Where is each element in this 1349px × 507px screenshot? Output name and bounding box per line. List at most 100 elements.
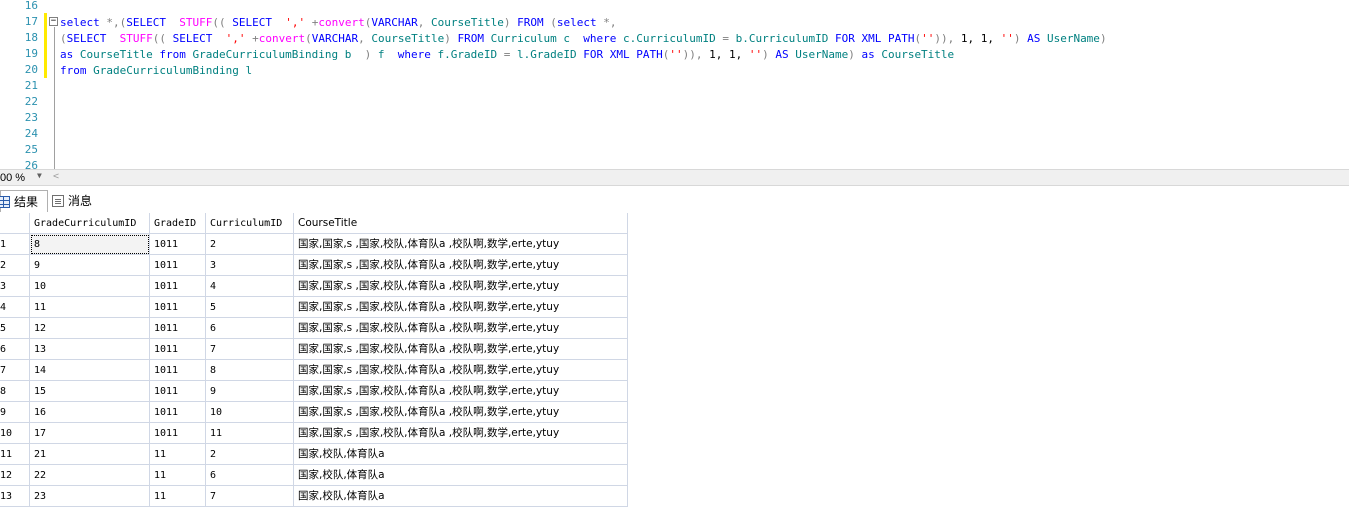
table-cell[interactable]: 5 xyxy=(206,297,294,318)
table-cell[interactable]: 国家,校队,体育队a xyxy=(294,486,628,507)
table-cell[interactable]: 16 xyxy=(30,402,150,423)
table-cell[interactable]: 1011 xyxy=(150,381,206,402)
table-row[interactable]: 10 17 1011 11 国家,国家,s ,国家,校队,体育队a ,校队啊,数学,er… xyxy=(0,423,628,444)
tab-messages[interactable]: 消息 xyxy=(52,190,104,212)
table-cell[interactable]: 3 xyxy=(206,255,294,276)
row-number[interactable]: 9 xyxy=(0,402,30,423)
table-row[interactable]: 4 11 1011 5 国家,国家,s ,国家,校队,体育队a ,校队啊,数学,erte… xyxy=(0,297,628,318)
table-cell[interactable]: 9 xyxy=(30,255,150,276)
table-cell[interactable]: 1011 xyxy=(150,360,206,381)
table-cell[interactable]: 国家,国家,s ,国家,校队,体育队a ,校队啊,数学,erte,ytuy xyxy=(294,381,628,402)
code-line[interactable]: as CourseTitle from GradeCurriculumBindi… xyxy=(60,47,954,63)
table-cell[interactable]: 8 xyxy=(206,360,294,381)
results-grid[interactable]: GradeCurriculumID GradeID CurriculumID Cour… xyxy=(0,213,1349,507)
row-number[interactable]: 10 xyxy=(0,423,30,444)
table-cell[interactable]: 12 xyxy=(30,318,150,339)
table-cell[interactable]: 11 xyxy=(30,297,150,318)
table-cell[interactable]: 17 xyxy=(30,423,150,444)
row-number[interactable]: 11 xyxy=(0,444,30,465)
table-cell[interactable]: 国家,国家,s ,国家,校队,体育队a ,校队啊,数学,erte,ytuy xyxy=(294,339,628,360)
table-cell[interactable]: 国家,校队,体育队a xyxy=(294,444,628,465)
table-cell[interactable]: 6 xyxy=(206,465,294,486)
column-header[interactable]: CurriculumID xyxy=(206,213,294,234)
table-row[interactable]: 8 15 1011 9 国家,国家,s ,国家,校队,体育队a ,校队啊,数学,erte… xyxy=(0,381,628,402)
scroll-left-icon[interactable]: < xyxy=(53,171,59,182)
code-token: as xyxy=(861,48,875,61)
code-token: as xyxy=(60,48,74,61)
table-cell[interactable]: 11 xyxy=(150,444,206,465)
table-cell[interactable]: 11 xyxy=(150,486,206,507)
column-header[interactable]: CourseTitle xyxy=(294,213,628,234)
table-cell[interactable]: 10 xyxy=(206,402,294,423)
table-row[interactable]: 5 12 1011 6 国家,国家,s ,国家,校队,体育队a ,校队啊,数学,erte… xyxy=(0,318,628,339)
table-cell[interactable]: 国家,国家,s ,国家,校队,体育队a ,校队啊,数学,erte,ytuy xyxy=(294,318,628,339)
collapse-icon[interactable]: − xyxy=(49,17,58,26)
table-cell[interactable]: 6 xyxy=(206,318,294,339)
table-cell[interactable]: 国家,国家,s ,国家,校队,体育队a ,校队啊,数学,erte,ytuy xyxy=(294,276,628,297)
table-cell[interactable]: 1011 xyxy=(150,402,206,423)
row-number[interactable]: 13 xyxy=(0,486,30,507)
table-cell[interactable]: 11 xyxy=(150,465,206,486)
grid-corner[interactable] xyxy=(0,213,30,234)
tab-results[interactable]: 结果 xyxy=(0,190,48,212)
table-row[interactable]: 1 8 1011 2 国家,国家,s ,国家,校队,体育队a ,校队啊,数学,erte,… xyxy=(0,234,628,255)
row-number[interactable]: 1 xyxy=(0,234,30,255)
table-cell[interactable]: 国家,国家,s ,国家,校队,体育队a ,校队啊,数学,erte,ytuy xyxy=(294,402,628,423)
table-cell[interactable]: 10 xyxy=(30,276,150,297)
table-cell[interactable]: 国家,国家,s ,国家,校队,体育队a ,校队啊,数学,erte,ytuy xyxy=(294,297,628,318)
table-cell[interactable]: 国家,校队,体育队a xyxy=(294,465,628,486)
code-line[interactable]: (SELECT STUFF(( SELECT ',' +convert(VARC… xyxy=(60,31,1107,47)
table-cell[interactable]: 22 xyxy=(30,465,150,486)
table-cell[interactable]: 1011 xyxy=(150,255,206,276)
table-cell[interactable]: 国家,国家,s ,国家,校队,体育队a ,校队啊,数学,erte,ytuy xyxy=(294,423,628,444)
table-row[interactable]: 13 23 11 7 国家,校队,体育队a xyxy=(0,486,628,507)
row-number[interactable]: 8 xyxy=(0,381,30,402)
row-number[interactable]: 12 xyxy=(0,465,30,486)
table-cell[interactable]: 1011 xyxy=(150,234,206,255)
code-line[interactable]: from GradeCurriculumBinding l xyxy=(60,63,252,79)
table-cell[interactable]: 1011 xyxy=(150,297,206,318)
code-token: ) xyxy=(444,32,451,45)
column-header[interactable]: GradeCurriculumID xyxy=(30,213,150,234)
table-cell[interactable]: 9 xyxy=(206,381,294,402)
table-cell[interactable]: 8 xyxy=(30,234,150,255)
table-cell[interactable]: 7 xyxy=(206,339,294,360)
row-number[interactable]: 4 xyxy=(0,297,30,318)
code-line[interactable]: select *,(SELECT STUFF(( SELECT ',' +con… xyxy=(60,15,616,31)
column-header[interactable]: GradeID xyxy=(150,213,206,234)
row-number[interactable]: 6 xyxy=(0,339,30,360)
sql-editor[interactable]: 16 17 18 19 20 21 22 23 24 25 26 − select *,(SELEC… xyxy=(0,0,1349,169)
table-cell[interactable]: 2 xyxy=(206,444,294,465)
chevron-down-icon[interactable]: ▼ xyxy=(37,171,42,180)
table-cell[interactable]: 4 xyxy=(206,276,294,297)
table-row[interactable]: 7 14 1011 8 国家,国家,s ,国家,校队,体育队a ,校队啊,数学,erte… xyxy=(0,360,628,381)
table-row[interactable]: 9 16 1011 10 国家,国家,s ,国家,校队,体育队a ,校队啊,数学,ert… xyxy=(0,402,628,423)
table-row[interactable]: 2 9 1011 3 国家,国家,s ,国家,校队,体育队a ,校队啊,数学,erte,… xyxy=(0,255,628,276)
table-cell[interactable]: 7 xyxy=(206,486,294,507)
table-cell[interactable]: 21 xyxy=(30,444,150,465)
table-cell[interactable]: 23 xyxy=(30,486,150,507)
code-token: SELECT xyxy=(172,32,213,45)
code-token: select xyxy=(556,16,597,29)
table-cell[interactable]: 1011 xyxy=(150,339,206,360)
table-row[interactable]: 11 21 11 2 国家,校队,体育队a xyxy=(0,444,628,465)
table-row[interactable]: 3 10 1011 4 国家,国家,s ,国家,校队,体育队a ,校队啊,数学,erte… xyxy=(0,276,628,297)
table-cell[interactable]: 15 xyxy=(30,381,150,402)
table-cell[interactable]: 1011 xyxy=(150,276,206,297)
table-row[interactable]: 6 13 1011 7 国家,国家,s ,国家,校队,体育队a ,校队啊,数学,erte… xyxy=(0,339,628,360)
table-cell[interactable]: 国家,国家,s ,国家,校队,体育队a ,校队啊,数学,erte,ytuy xyxy=(294,360,628,381)
row-number[interactable]: 3 xyxy=(0,276,30,297)
table-row[interactable]: 12 22 11 6 国家,校队,体育队a xyxy=(0,465,628,486)
table-cell[interactable]: 2 xyxy=(206,234,294,255)
row-number[interactable]: 2 xyxy=(0,255,30,276)
table-cell[interactable]: 14 xyxy=(30,360,150,381)
table-cell[interactable]: 1011 xyxy=(150,318,206,339)
zoom-level[interactable]: 00 % xyxy=(0,171,25,185)
table-cell[interactable]: 国家,国家,s ,国家,校队,体育队a ,校队啊,数学,erte,ytuy xyxy=(294,234,628,255)
table-cell[interactable]: 1011 xyxy=(150,423,206,444)
table-cell[interactable]: 国家,国家,s ,国家,校队,体育队a ,校队啊,数学,erte,ytuy xyxy=(294,255,628,276)
row-number[interactable]: 7 xyxy=(0,360,30,381)
table-cell[interactable]: 11 xyxy=(206,423,294,444)
table-cell[interactable]: 13 xyxy=(30,339,150,360)
row-number[interactable]: 5 xyxy=(0,318,30,339)
